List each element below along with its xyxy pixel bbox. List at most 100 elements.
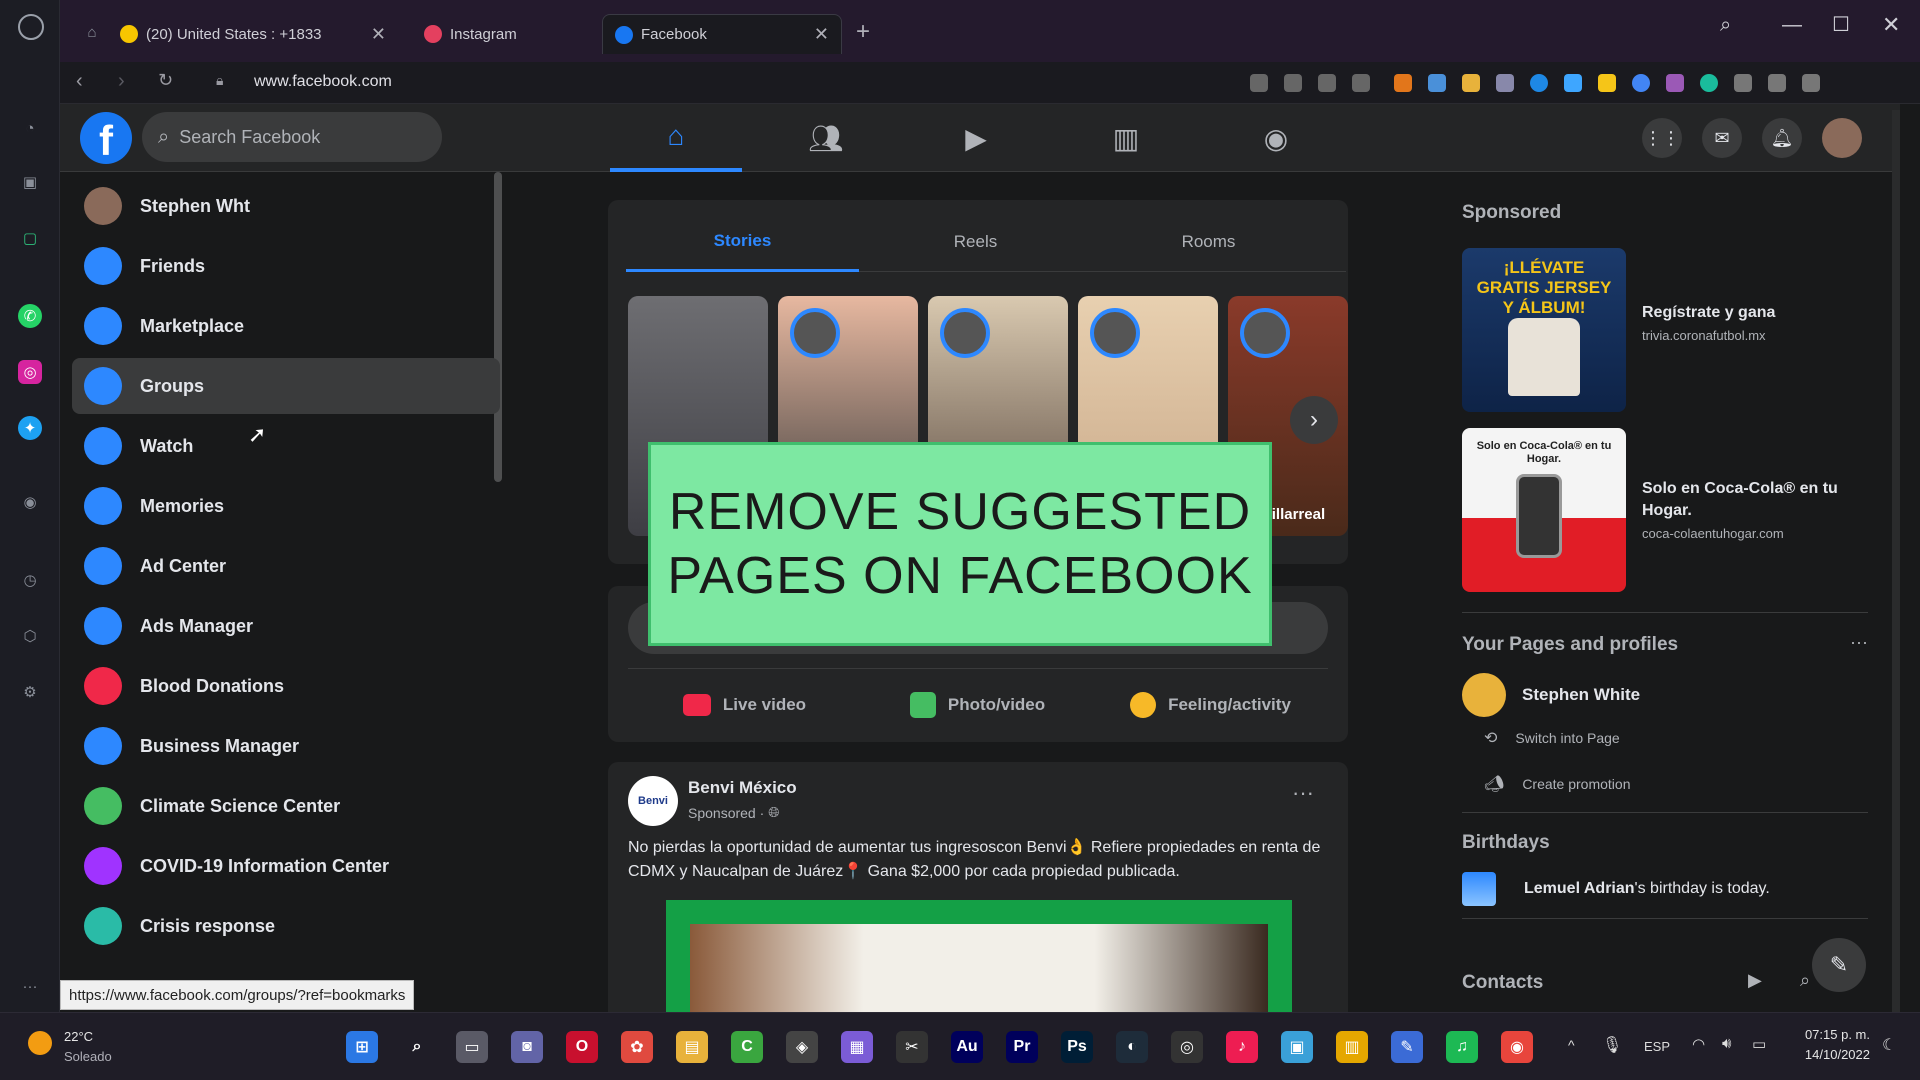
- taskbar-app-icon[interactable]: ⌕: [401, 1031, 433, 1063]
- friends-icon[interactable]: 👥︎: [760, 104, 892, 172]
- facebook-logo-icon[interactable]: f: [80, 112, 132, 164]
- taskbar-app-icon[interactable]: ✂: [896, 1031, 928, 1063]
- instagram-icon[interactable]: ◎: [18, 360, 42, 384]
- extension-icon[interactable]: [1598, 74, 1616, 92]
- heart-icon[interactable]: [1352, 74, 1370, 92]
- sidebar-item-watch[interactable]: Watch: [72, 418, 500, 474]
- chevron-right-icon[interactable]: ›: [1290, 396, 1338, 444]
- taskbar-app-icon[interactable]: ◐: [1116, 1031, 1148, 1063]
- taskbar-app-icon[interactable]: Au: [951, 1031, 983, 1063]
- taskbar-app-icon[interactable]: ▣: [1281, 1031, 1313, 1063]
- page-item[interactable]: Stephen White: [1462, 672, 1868, 718]
- sidebar-item-memories[interactable]: Memories: [72, 478, 500, 534]
- extension-icon[interactable]: [1632, 74, 1650, 92]
- photo-video-button[interactable]: Photo/video: [861, 678, 1094, 732]
- taskbar-app-icon[interactable]: ▭: [456, 1031, 488, 1063]
- marketplace-icon[interactable]: ▥: [1060, 104, 1192, 172]
- watch-icon[interactable]: ▶: [910, 104, 1042, 172]
- close-icon[interactable]: ✕: [371, 24, 386, 45]
- whatsapp-icon[interactable]: ✆: [18, 304, 42, 328]
- wifi-icon[interactable]: ◠: [1692, 1035, 1705, 1053]
- page-scrollbar[interactable]: [1892, 110, 1900, 1012]
- taskbar-app-icon[interactable]: ✎: [1391, 1031, 1423, 1063]
- language-indicator[interactable]: ESP: [1644, 1039, 1670, 1054]
- tab-whatsapp[interactable]: (20) United States : +1833 ✕: [108, 14, 398, 54]
- bag-icon[interactable]: ▣: [18, 170, 42, 194]
- new-tab-icon[interactable]: +: [856, 18, 870, 46]
- post-avatar[interactable]: Benvi: [628, 776, 678, 826]
- taskbar-app-icon[interactable]: ▤: [676, 1031, 708, 1063]
- sidebar-item-covid-19-information-center[interactable]: COVID-19 Information Center: [72, 838, 500, 894]
- taskbar-app-icon[interactable]: C: [731, 1031, 763, 1063]
- taskbar-app-icon[interactable]: ✿: [621, 1031, 653, 1063]
- opera-logo-icon[interactable]: [18, 14, 44, 40]
- clock-date[interactable]: 14/10/2022: [1786, 1047, 1870, 1062]
- home-icon[interactable]: ⌂: [610, 104, 742, 172]
- taskbar-app-icon[interactable]: ▦: [841, 1031, 873, 1063]
- search-input[interactable]: Search Facebook: [179, 127, 320, 148]
- twitter-icon[interactable]: ✦: [18, 416, 42, 440]
- extension-icon[interactable]: [1462, 74, 1480, 92]
- speed-dial-icon[interactable]: ◔: [18, 116, 42, 140]
- extension-icon[interactable]: [1530, 74, 1548, 92]
- sidebar-item-groups[interactable]: Groups: [72, 358, 500, 414]
- taskbar-app-icon[interactable]: Ps: [1061, 1031, 1093, 1063]
- taskbar-app-icon[interactable]: ◎: [1171, 1031, 1203, 1063]
- camera-icon[interactable]: [1284, 74, 1302, 92]
- metamask-icon[interactable]: [1394, 74, 1412, 92]
- taskbar-app-icon[interactable]: ◉: [1501, 1031, 1533, 1063]
- sidebar-item-blood-donations[interactable]: Blood Donations: [72, 658, 500, 714]
- groups-icon[interactable]: ◉: [1210, 104, 1342, 172]
- feeling-activity-button[interactable]: Feeling/activity: [1094, 678, 1327, 732]
- taskbar-app-icon[interactable]: ♫: [1446, 1031, 1478, 1063]
- extension-icon[interactable]: [1734, 74, 1752, 92]
- sidebar-item-friends[interactable]: Friends: [72, 238, 500, 294]
- bell-icon[interactable]: 🔔︎: [1762, 118, 1802, 158]
- battery-icon[interactable]: ▭: [1752, 1035, 1766, 1053]
- settings-icon[interactable]: ⚙: [18, 680, 42, 704]
- new-message-icon[interactable]: ✎: [1812, 938, 1866, 992]
- sidebar-item-crisis-response[interactable]: Crisis response: [72, 898, 500, 954]
- maximize-icon[interactable]: ☐: [1832, 12, 1850, 37]
- sidebar-item-business-manager[interactable]: Business Manager: [72, 718, 500, 774]
- sidebar-item-stephen-wht[interactable]: Stephen Wht: [72, 178, 500, 234]
- close-icon[interactable]: ✕: [814, 24, 829, 45]
- sidebar-item-marketplace[interactable]: Marketplace: [72, 298, 500, 354]
- search-tabs-icon[interactable]: ⌕: [1720, 14, 1731, 37]
- ad-item[interactable]: Solo en Coca-Cola® en tu Hogar. Solo en …: [1462, 428, 1868, 592]
- history-icon[interactable]: ◷: [18, 568, 42, 592]
- sidebar-item-ad-center[interactable]: Ad Center: [72, 538, 500, 594]
- avatar[interactable]: [1822, 118, 1862, 158]
- tab-facebook[interactable]: Facebook ✕: [602, 14, 842, 54]
- birthday-item[interactable]: Lemuel Adrian 's birthday is today.: [1462, 872, 1770, 906]
- send-icon[interactable]: [1318, 74, 1336, 92]
- extension-icon[interactable]: [1428, 74, 1446, 92]
- post-image[interactable]: [666, 900, 1292, 1012]
- taskbar-app-icon[interactable]: ♪: [1226, 1031, 1258, 1063]
- url-field[interactable]: www.facebook.com: [254, 73, 392, 91]
- extension-icon[interactable]: [1564, 74, 1582, 92]
- extension-icon[interactable]: [1700, 74, 1718, 92]
- mic-icon[interactable]: 🎙︎: [1602, 1035, 1622, 1055]
- twitch-icon[interactable]: ▢: [18, 226, 42, 250]
- more-icon[interactable]: ···: [18, 974, 42, 998]
- share-icon[interactable]: [1250, 74, 1268, 92]
- taskbar-app-icon[interactable]: ◙: [511, 1031, 543, 1063]
- taskbar-app-icon[interactable]: ▥: [1336, 1031, 1368, 1063]
- live-video-button[interactable]: Live video: [628, 678, 861, 732]
- taskbar-app-icon[interactable]: ◈: [786, 1031, 818, 1063]
- create-promotion-button[interactable]: 📣︎ Create promotion: [1484, 774, 1630, 794]
- sidebar-item-ads-manager[interactable]: Ads Manager: [72, 598, 500, 654]
- taskbar-app-icon[interactable]: ⊞: [346, 1031, 378, 1063]
- ad-item[interactable]: ¡LLÉVATE GRATIS JERSEY Y ÁLBUM! Regístra…: [1462, 248, 1868, 412]
- tab-stories[interactable]: Stories: [626, 212, 859, 272]
- sidebar-item-climate-science-center[interactable]: Climate Science Center: [72, 778, 500, 834]
- back-icon[interactable]: ‹: [76, 70, 83, 93]
- taskbar-app-icon[interactable]: Pr: [1006, 1031, 1038, 1063]
- easy-setup-icon[interactable]: [1802, 74, 1820, 92]
- player-icon[interactable]: ◉: [18, 490, 42, 514]
- search-contacts-icon[interactable]: ⌕: [1800, 970, 1810, 991]
- tab-rooms[interactable]: Rooms: [1092, 212, 1325, 272]
- menu-grid-icon[interactable]: ⋮⋮: [1642, 118, 1682, 158]
- post-more-icon[interactable]: ···: [1292, 780, 1314, 806]
